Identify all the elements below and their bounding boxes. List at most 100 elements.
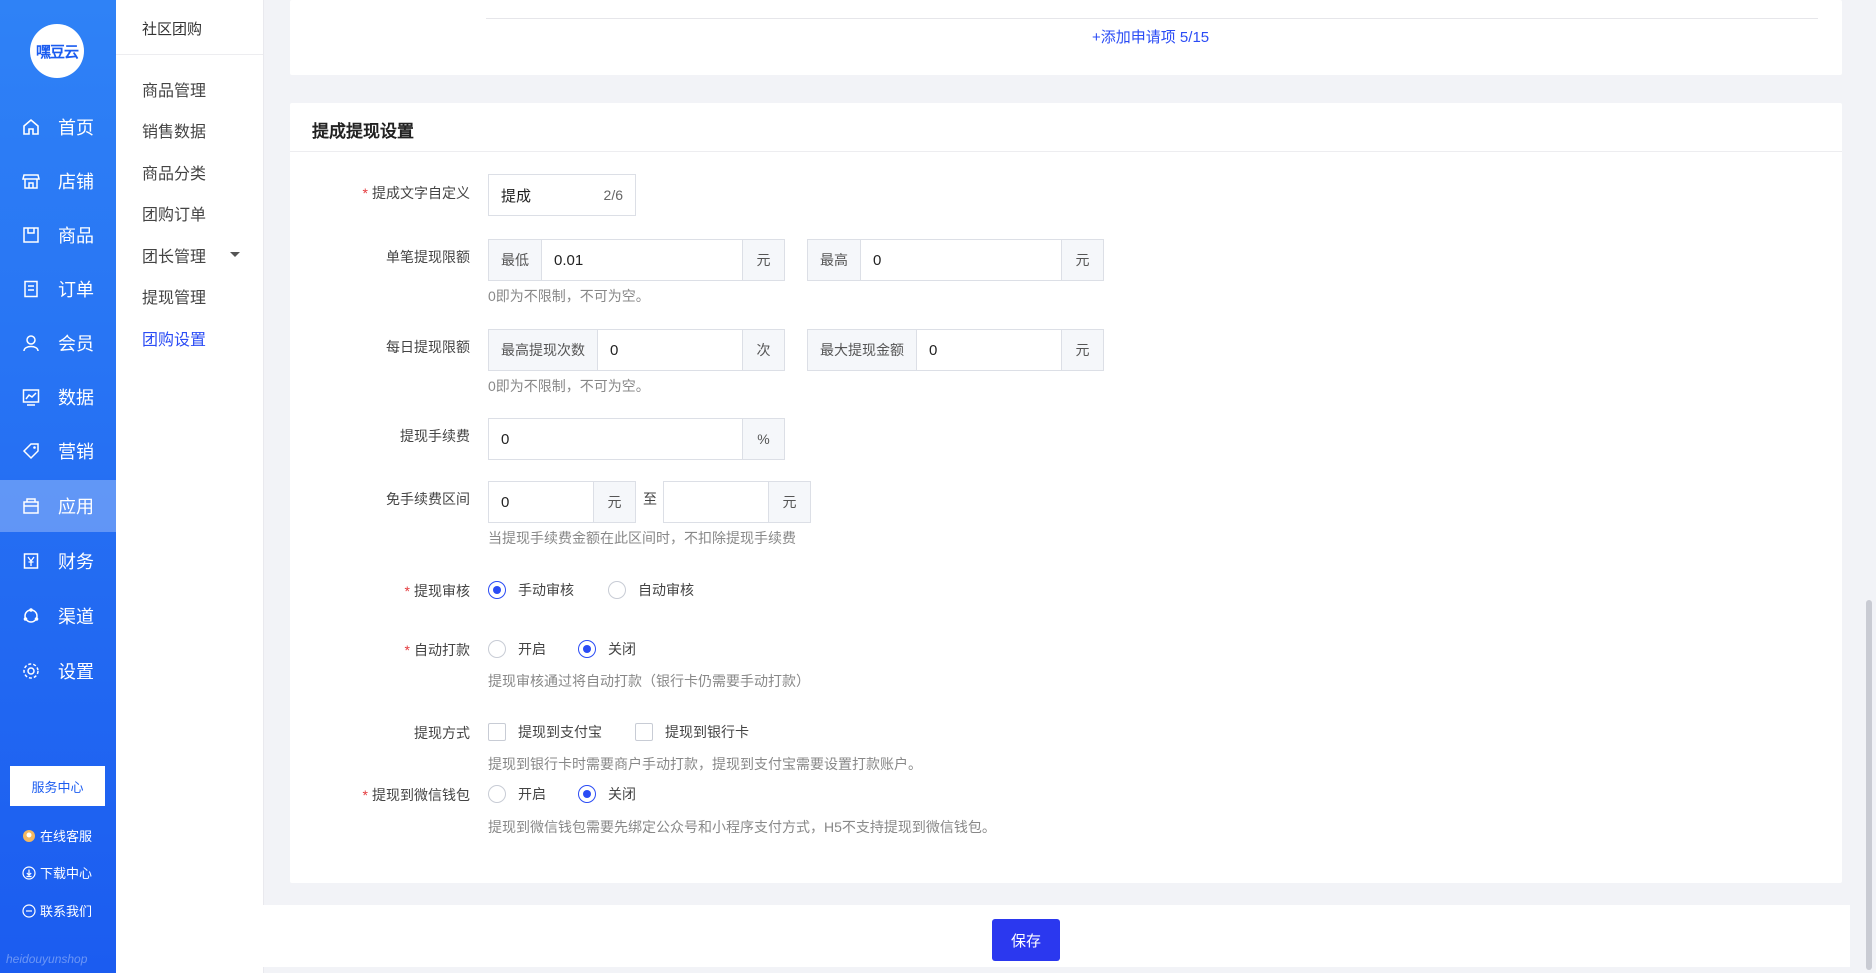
marketing-tag-icon [22, 442, 40, 460]
sidebar-item-marketing[interactable]: 营销 [0, 425, 116, 477]
input-value: 0.01 [554, 251, 584, 269]
sidebar-item-label: 渠道 [58, 607, 94, 627]
fee-label: 提现手续费 [400, 428, 470, 444]
input-suffix: % [742, 419, 784, 459]
store-icon [22, 172, 40, 190]
divider [486, 18, 1818, 19]
input-value: 0 [610, 341, 619, 359]
footer-link-label: 联系我们 [40, 904, 93, 919]
submenu-item-group-settings[interactable]: 团购设置 [142, 326, 206, 350]
radio-dot [578, 640, 596, 658]
label-text: 提成文字自定义 [372, 185, 470, 201]
checkbox-label: 提现到银行卡 [665, 724, 749, 740]
sidebar-item-goods[interactable]: 商品 [0, 209, 116, 261]
submenu-item-goods-management[interactable]: 商品管理 [142, 77, 206, 101]
contact-us-link[interactable]: 联系我们 [22, 901, 92, 920]
channel-icon [22, 607, 40, 625]
download-center-link[interactable]: 下载中心 [22, 863, 92, 882]
sidebar-item-home[interactable]: 首页 [0, 101, 116, 153]
service-center-button[interactable]: 服务中心 [10, 766, 105, 806]
radio-label: 开启 [518, 641, 546, 657]
auto-pay-off-radio[interactable]: 关闭 [578, 639, 636, 659]
sidebar-item-data[interactable]: 数据 [0, 371, 116, 423]
wechat-on-radio[interactable]: 开启 [488, 784, 546, 804]
input-value: 提成 [501, 187, 532, 205]
contact-icon [22, 903, 36, 918]
free-range-to-input[interactable]: 元 [663, 481, 811, 523]
submenu-item-sales-data[interactable]: 销售数据 [142, 118, 206, 142]
customer-service-icon [22, 829, 36, 843]
free-range-label: 免手续费区间 [386, 491, 470, 507]
range-separator: 至 [643, 491, 657, 507]
logo[interactable]: 嘿豆云 [30, 24, 84, 78]
review-label: * 提现审核 [290, 581, 470, 601]
radio-label: 手动审核 [518, 582, 574, 598]
daily-count-input[interactable]: 最高提现次数 0 次 [488, 329, 785, 371]
radio-label: 关闭 [608, 786, 636, 802]
commission-text-input[interactable]: 提成 2/6 [488, 174, 636, 216]
sidebar-item-label: 订单 [58, 280, 94, 300]
sidebar-item-store[interactable]: 店铺 [0, 155, 116, 207]
sidebar-item-label: 数据 [58, 388, 94, 408]
finance-icon [22, 552, 40, 570]
radio-dot [608, 581, 626, 599]
review-manual-radio[interactable]: 手动审核 [488, 580, 574, 600]
char-counter: 2/6 [603, 187, 623, 203]
submenu-item-leader-management[interactable]: 团长管理 [142, 243, 206, 267]
chevron-down-icon[interactable] [230, 252, 240, 257]
fee-input[interactable]: 0 % [488, 418, 785, 460]
order-icon [22, 280, 40, 298]
save-button[interactable]: 保存 [992, 919, 1060, 961]
sidebar-item-label: 财务 [58, 552, 94, 572]
submenu-item-group-orders[interactable]: 团购订单 [142, 201, 206, 225]
settings-icon [22, 662, 40, 680]
review-auto-radio[interactable]: 自动审核 [608, 580, 694, 600]
app-icon [22, 497, 40, 515]
label-text: 提现审核 [414, 583, 470, 599]
wechat-wallet-hint: 提现到微信钱包需要先绑定公众号和小程序支付方式，H5不支持提现到微信钱包。 [488, 819, 996, 835]
sidebar-item-member[interactable]: 会员 [0, 317, 116, 369]
radio-label: 自动审核 [638, 582, 694, 598]
sidebar-item-channel[interactable]: 渠道 [0, 590, 116, 642]
sidebar-item-label: 首页 [58, 118, 94, 138]
input-suffix: 次 [742, 330, 784, 370]
input-value: 0 [501, 493, 510, 511]
input-prefix: 最低 [489, 240, 542, 280]
application-items-card: +添加申请项 5/15 [290, 0, 1842, 75]
submenu: 社区团购 [116, 0, 264, 973]
add-application-item-link[interactable]: +添加申请项 5/15 [1092, 26, 1209, 47]
required-mark: * [362, 787, 368, 803]
footer-link-label: 下载中心 [40, 866, 93, 881]
radio-dot [488, 785, 506, 803]
sidebar-item-label: 营销 [58, 442, 94, 462]
radio-dot [578, 785, 596, 803]
input-suffix: 元 [1061, 330, 1103, 370]
free-range-from-input[interactable]: 0 元 [488, 481, 636, 523]
submenu-item-goods-category[interactable]: 商品分类 [142, 160, 206, 184]
online-service-link[interactable]: 在线客服 [22, 826, 92, 845]
wechat-off-radio[interactable]: 关闭 [578, 784, 636, 804]
auto-pay-on-radio[interactable]: 开启 [488, 639, 546, 659]
submenu-item-withdraw-management[interactable]: 提现管理 [142, 284, 206, 308]
required-mark: * [404, 642, 410, 658]
sidebar-item-finance[interactable]: 财务 [0, 535, 116, 587]
submenu-title: 社区团购 [116, 0, 263, 55]
sidebar-item-order[interactable]: 订单 [0, 263, 116, 315]
sidebar-item-settings[interactable]: 设置 [0, 645, 116, 697]
download-icon [22, 865, 36, 880]
withdraw-method-label: 提现方式 [414, 725, 470, 741]
bank-card-checkbox[interactable]: 提现到银行卡 [635, 722, 749, 742]
single-max-input[interactable]: 最高 0 元 [807, 239, 1104, 281]
single-min-input[interactable]: 最低 0.01 元 [488, 239, 785, 281]
radio-label: 关闭 [608, 641, 636, 657]
sidebar-item-app[interactable]: 应用 [0, 480, 116, 532]
alipay-checkbox[interactable]: 提现到支付宝 [488, 722, 602, 742]
radio-dot [488, 581, 506, 599]
label-text: 提现到微信钱包 [372, 787, 470, 803]
input-value: 0 [873, 251, 882, 269]
single-limit-hint: 0即为不限制，不可为空。 [488, 288, 650, 304]
daily-amount-input[interactable]: 最大提现金额 0 元 [807, 329, 1104, 371]
input-suffix: 元 [593, 482, 635, 522]
scrollbar-thumb[interactable] [1866, 600, 1872, 970]
auto-pay-hint: 提现审核通过将自动打款（银行卡仍需要手动打款） [488, 673, 810, 689]
